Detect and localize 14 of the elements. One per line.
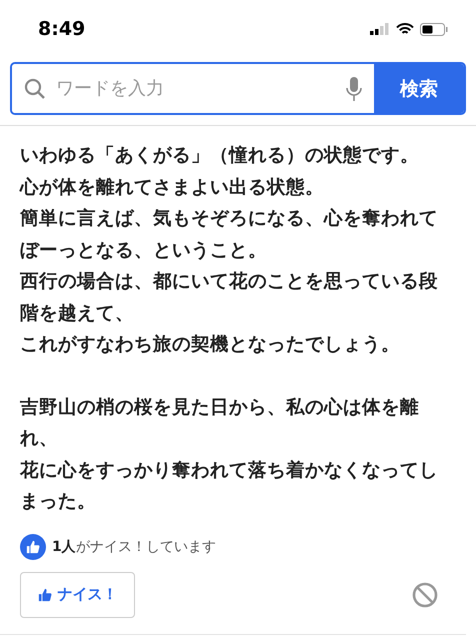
block-icon[interactable] — [412, 582, 438, 608]
battery-icon — [420, 22, 448, 36]
signal-icon — [370, 23, 390, 35]
search-button[interactable]: 検索 — [374, 64, 464, 113]
answer-paragraph: 吉野山の梢の桜を見た日から、私の心は体を離れ、 花に心をすっかり奪われて落ち着かなくなってしまった。 — [20, 396, 439, 514]
microphone-icon[interactable] — [346, 76, 362, 102]
answer-paragraph: いわゆる「あくがる」（憧れる）の状態です。 心が体を離れてさまよい出る状態。 簡単に言えば、気もそぞろになる、心を奪われてぼーっとなる、ということ。 西行の場合は、都にいて花のことを思っている段階を越えて、 これがすなわち旅の契機となったでしょう。 — [20, 144, 439, 357]
wifi-icon — [396, 22, 414, 36]
search-icon — [24, 78, 46, 100]
nice-button[interactable]: ナイス！ — [20, 572, 135, 618]
like-count-text: 1人がナイス！しています — [52, 538, 216, 556]
thumbs-up-icon — [38, 588, 52, 602]
status-time: 8:49 — [38, 18, 86, 40]
thumbs-up-icon — [20, 534, 46, 560]
